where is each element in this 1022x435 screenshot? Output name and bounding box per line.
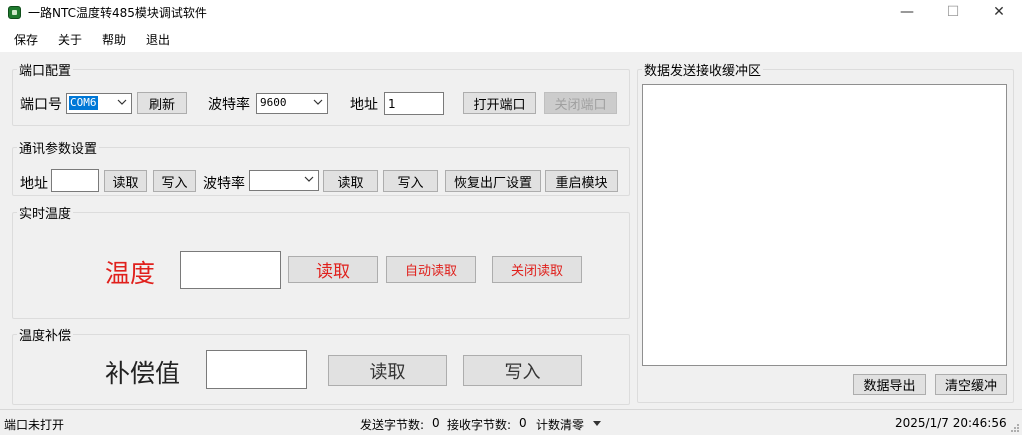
write-address-button[interactable]: 写入	[153, 170, 196, 192]
stop-read-button[interactable]: 关闭读取	[492, 256, 582, 283]
comm-baud-value	[252, 173, 254, 187]
recv-bytes-value: 0	[519, 416, 527, 430]
comm-baud-label: 波特率	[203, 176, 245, 192]
clear-buffer-button[interactable]: 清空缓冲	[935, 374, 1007, 395]
chevron-down-icon	[313, 99, 323, 105]
port-label: 端口号	[20, 97, 62, 113]
menu-about[interactable]: 关于	[58, 31, 82, 48]
caret-down-icon[interactable]	[593, 421, 601, 427]
read-temp-button[interactable]: 读取	[288, 256, 378, 283]
menu-save[interactable]: 保存	[14, 31, 38, 48]
factory-reset-button[interactable]: 恢复出厂设置	[445, 170, 541, 192]
auto-read-button[interactable]: 自动读取	[386, 256, 476, 283]
compensation-input[interactable]	[206, 350, 307, 389]
port-select[interactable]: COM6	[66, 93, 132, 114]
refresh-button[interactable]: 刷新	[137, 92, 187, 114]
menu-help[interactable]: 帮助	[102, 31, 126, 48]
comm-address-input[interactable]	[51, 169, 99, 192]
export-data-button[interactable]: 数据导出	[853, 374, 926, 395]
datetime: 2025/1/7 20:46:56	[895, 416, 1007, 430]
minimize-button[interactable]: —	[884, 0, 930, 25]
window-title: 一路NTC温度转485模块调试软件	[28, 6, 207, 20]
baud-value: 9600	[260, 96, 287, 109]
main-area: 端口配置 端口号 COM6 刷新 波特率 9600 地址 1 打开端口 关闭端口…	[0, 52, 1022, 409]
comm-baud-select[interactable]	[249, 170, 319, 191]
open-port-button[interactable]: 打开端口	[463, 92, 536, 114]
port-status: 端口未打开	[4, 418, 65, 432]
port-config-legend: 端口配置	[19, 64, 72, 79]
temperature-display	[180, 251, 281, 289]
buffer-textarea[interactable]	[642, 84, 1007, 366]
title-bar: 一路NTC温度转485模块调试软件 — ☐ ✕	[0, 0, 1022, 25]
read-baud-button[interactable]: 读取	[323, 170, 378, 192]
reset-counts-button[interactable]: 计数清零	[536, 416, 584, 433]
compensation-legend: 温度补偿	[19, 329, 72, 344]
write-baud-button[interactable]: 写入	[383, 170, 438, 192]
comm-address-label: 地址	[20, 176, 48, 192]
sent-bytes-value: 0	[432, 416, 440, 430]
comm-params-legend: 通讯参数设置	[19, 142, 98, 157]
temperature-label: 温度	[105, 259, 156, 288]
resize-grip-icon[interactable]	[1010, 423, 1020, 433]
recv-bytes-label: 接收字节数:	[447, 418, 512, 432]
write-compensation-button[interactable]: 写入	[463, 355, 582, 386]
menu-exit[interactable]: 退出	[146, 31, 170, 48]
close-button[interactable]: ✕	[976, 0, 1022, 25]
address-label: 地址	[350, 97, 378, 113]
read-address-button[interactable]: 读取	[104, 170, 147, 192]
realtime-temp-legend: 实时温度	[19, 207, 72, 222]
maximize-button[interactable]: ☐	[930, 0, 976, 25]
restart-module-button[interactable]: 重启模块	[545, 170, 618, 192]
compensation-label: 补偿值	[105, 359, 181, 388]
app-icon	[8, 6, 21, 19]
chevron-down-icon	[117, 99, 127, 105]
chevron-down-icon	[304, 176, 314, 182]
baud-select[interactable]: 9600	[256, 93, 328, 114]
close-port-button[interactable]: 关闭端口	[544, 92, 617, 114]
menu-bar: 保存 关于 帮助 退出	[0, 28, 1022, 50]
address-input[interactable]: 1	[384, 92, 444, 115]
buffer-legend: 数据发送接收缓冲区	[644, 64, 762, 79]
read-compensation-button[interactable]: 读取	[328, 355, 447, 386]
status-bar: 端口未打开 发送字节数: 0 接收字节数: 0 计数清零 2025/1/7 20…	[0, 409, 1022, 435]
sent-bytes-label: 发送字节数:	[360, 418, 425, 432]
port-value: COM6	[69, 96, 98, 110]
baud-label: 波特率	[208, 97, 250, 113]
